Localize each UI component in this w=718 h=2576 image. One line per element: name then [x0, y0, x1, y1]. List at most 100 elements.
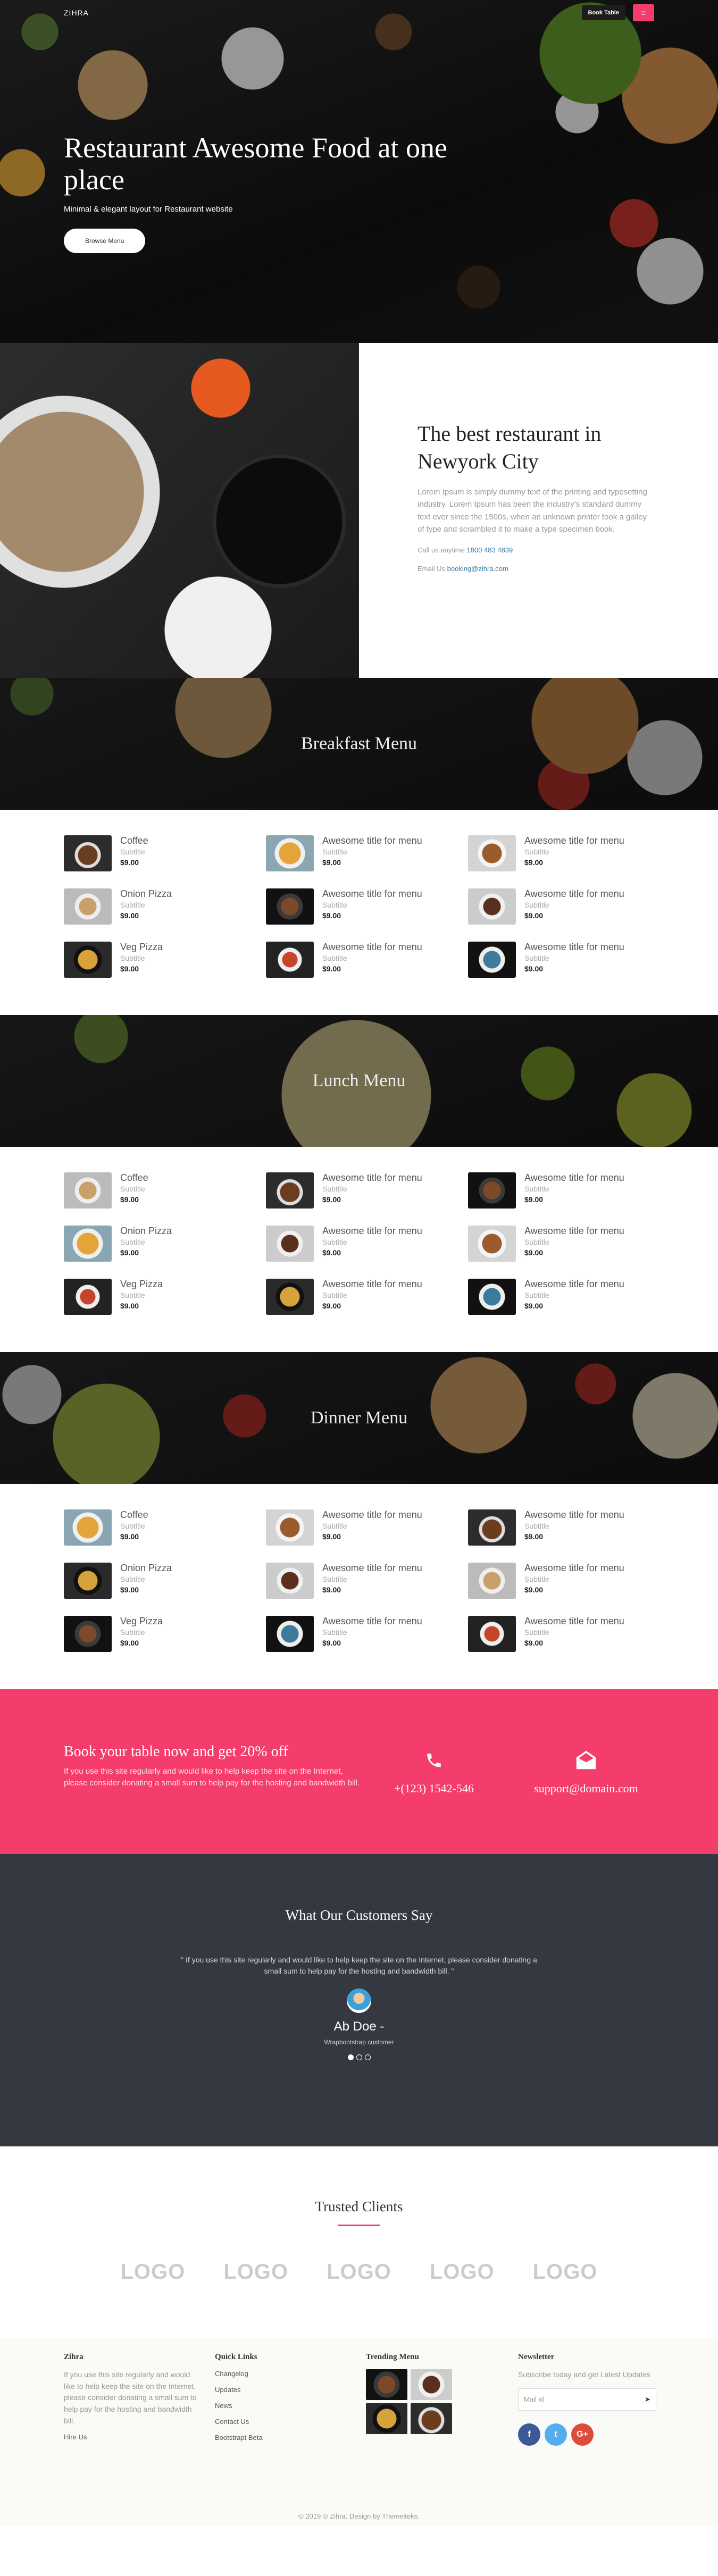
- menu-item-title: Coffee: [120, 1172, 148, 1183]
- newsletter-email-input[interactable]: Mail id ➤: [518, 2388, 656, 2411]
- menu-item[interactable]: Awesome title for menu Subtitle $9.00: [266, 1509, 468, 1546]
- google-plus-icon[interactable]: G+: [571, 2423, 594, 2446]
- menu-item-price: $9.00: [322, 1301, 341, 1310]
- menu-item-price: $9.00: [524, 1301, 544, 1310]
- quick-link[interactable]: Contact Us: [215, 2418, 263, 2426]
- hire-us-link[interactable]: Hire Us: [64, 2433, 197, 2441]
- menu-item-subtitle: Subtitle: [524, 900, 549, 909]
- menu-item[interactable]: Awesome title for menu Subtitle $9.00: [468, 1226, 670, 1262]
- menu-item[interactable]: Onion Pizza Subtitle $9.00: [64, 1226, 266, 1262]
- booking-email-address: support@domain.com: [534, 1782, 638, 1795]
- menu-item[interactable]: Awesome title for menu Subtitle $9.00: [266, 942, 468, 978]
- menu-item[interactable]: Awesome title for menu Subtitle $9.00: [468, 835, 670, 871]
- copyright: © 2019 © Zihra. Design by Themeiteks.: [298, 2512, 420, 2520]
- menu-item-price: $9.00: [524, 1195, 544, 1204]
- menu-item-image: [468, 888, 516, 925]
- facebook-icon[interactable]: f: [518, 2423, 540, 2446]
- hero-section: ZIHRA Book Table ≡ Restaurant Awesome Fo…: [0, 0, 718, 343]
- menu-item[interactable]: Awesome title for menu Subtitle $9.00: [468, 942, 670, 978]
- menu-item-price: $9.00: [322, 1585, 341, 1594]
- booking-email[interactable]: support@domain.com: [517, 1748, 655, 1795]
- menu-item[interactable]: Awesome title for menu Subtitle $9.00: [266, 1616, 468, 1652]
- menu-item[interactable]: Coffee Subtitle $9.00: [64, 1172, 266, 1209]
- menu-item-price: $9.00: [322, 964, 341, 973]
- call-line: Call us anytime 1800 483 4839: [418, 546, 652, 554]
- menu-item-image: [468, 1172, 516, 1209]
- menu-item-price: $9.00: [322, 858, 341, 867]
- menu-item-title: Veg Pizza: [120, 942, 163, 952]
- menu-item[interactable]: Awesome title for menu Subtitle $9.00: [468, 1172, 670, 1209]
- lunch-banner: Lunch Menu: [0, 1015, 718, 1147]
- hamburger-icon: ≡: [641, 9, 646, 17]
- menu-item-price: $9.00: [120, 1585, 139, 1594]
- client-logo: LOGO: [223, 2260, 289, 2284]
- paper-plane-icon[interactable]: ➤: [645, 2395, 650, 2404]
- menu-item[interactable]: Veg Pizza Subtitle $9.00: [64, 1616, 266, 1652]
- menu-item[interactable]: Awesome title for menu Subtitle $9.00: [266, 1172, 468, 1209]
- menu-item-image: [64, 1279, 112, 1315]
- menu-item[interactable]: Awesome title for menu Subtitle $9.00: [266, 888, 468, 925]
- menu-item-price: $9.00: [524, 1638, 544, 1647]
- menu-item-subtitle: Subtitle: [524, 1574, 549, 1583]
- menu-item-image: [64, 835, 112, 871]
- menu-item-image: [64, 1509, 112, 1546]
- dinner-menu: Coffee Subtitle $9.00 Awesome title for me…: [0, 1484, 718, 1689]
- carousel-dot[interactable]: [356, 2054, 362, 2060]
- menu-item[interactable]: Awesome title for menu Subtitle $9.00: [468, 888, 670, 925]
- menu-item[interactable]: Awesome title for menu Subtitle $9.00: [266, 835, 468, 871]
- menu-item[interactable]: Coffee Subtitle $9.00: [64, 835, 266, 871]
- menu-toggle-button[interactable]: ≡: [633, 4, 654, 21]
- menu-item-subtitle: Subtitle: [524, 1627, 549, 1637]
- trending-item-image[interactable]: [411, 2369, 452, 2400]
- quick-link[interactable]: Changelog: [215, 2370, 263, 2378]
- quick-link[interactable]: Updates: [215, 2386, 263, 2394]
- menu-item-title: Awesome title for menu: [322, 1616, 422, 1626]
- site-logo[interactable]: ZIHRA: [64, 9, 89, 17]
- menu-item[interactable]: Veg Pizza Subtitle $9.00: [64, 1279, 266, 1315]
- menu-item-title: Awesome title for menu: [524, 1509, 624, 1520]
- menu-item-image: [266, 1172, 314, 1209]
- trending-item-image[interactable]: [366, 2403, 407, 2434]
- menu-item[interactable]: Awesome title for menu Subtitle $9.00: [266, 1279, 468, 1315]
- menu-item-title: Awesome title for menu: [524, 1616, 624, 1626]
- menu-item-image: [64, 1616, 112, 1652]
- menu-item-title: Awesome title for menu: [322, 1226, 422, 1236]
- menu-item[interactable]: Awesome title for menu Subtitle $9.00: [266, 1226, 468, 1262]
- menu-item-image: [468, 942, 516, 978]
- menu-item-title: Awesome title for menu: [524, 942, 624, 952]
- menu-item[interactable]: Onion Pizza Subtitle $9.00: [64, 888, 266, 925]
- browse-menu-button[interactable]: Browse Menu: [64, 228, 146, 253]
- booking-phone[interactable]: +(123) 1542-546: [365, 1748, 503, 1795]
- testimonial-section: What Our Customers Say " If you use this…: [0, 1854, 718, 2146]
- menu-item-image: [266, 1226, 314, 1262]
- book-table-button[interactable]: Book Table: [581, 5, 625, 20]
- menu-item[interactable]: Awesome title for menu Subtitle $9.00: [468, 1563, 670, 1599]
- call-number-link[interactable]: 1800 483 4839: [467, 546, 513, 554]
- menu-item[interactable]: Onion Pizza Subtitle $9.00: [64, 1563, 266, 1599]
- client-logo: LOGO: [429, 2260, 495, 2284]
- footer-about-text: If you use this site regularly and would…: [64, 2370, 197, 2425]
- menu-item-image: [468, 1226, 516, 1262]
- menu-item[interactable]: Coffee Subtitle $9.00: [64, 1509, 266, 1546]
- email-link[interactable]: booking@zihra.com: [447, 565, 508, 573]
- client-logo: LOGO: [120, 2260, 186, 2284]
- menu-item-title: Awesome title for menu: [322, 1279, 422, 1289]
- newsletter-text: Subscribe today and get Latest Updates: [518, 2370, 651, 2379]
- menu-item[interactable]: Awesome title for menu Subtitle $9.00: [468, 1509, 670, 1546]
- quick-link[interactable]: Bootstrapt Beta: [215, 2434, 263, 2441]
- carousel-dot[interactable]: [347, 2054, 354, 2060]
- carousel-dot[interactable]: [364, 2054, 371, 2060]
- menu-item[interactable]: Awesome title for menu Subtitle $9.00: [468, 1616, 670, 1652]
- menu-item-subtitle: Subtitle: [120, 1237, 145, 1246]
- client-logo: LOGO: [327, 2260, 391, 2284]
- breakfast-menu: Coffee Subtitle $9.00 Awesome title for me…: [0, 810, 718, 1015]
- menu-item[interactable]: Veg Pizza Subtitle $9.00: [64, 942, 266, 978]
- menu-item[interactable]: Awesome title for menu Subtitle $9.00: [468, 1279, 670, 1315]
- twitter-icon[interactable]: t: [545, 2423, 567, 2446]
- trending-item-image[interactable]: [366, 2369, 407, 2400]
- menu-item-image: [266, 1616, 314, 1652]
- menu-item[interactable]: Awesome title for menu Subtitle $9.00: [266, 1563, 468, 1599]
- menu-item-subtitle: Subtitle: [322, 953, 347, 962]
- trending-item-image[interactable]: [411, 2403, 452, 2434]
- quick-link[interactable]: News: [215, 2402, 263, 2410]
